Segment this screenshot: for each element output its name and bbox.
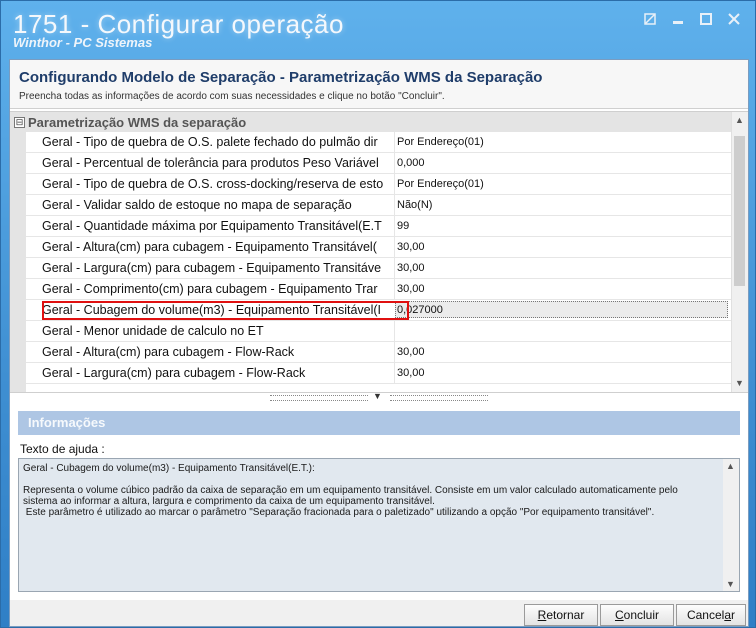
property-row-selected[interactable]: Geral - Cubagem do volume(m3) - Equipame… <box>26 300 732 321</box>
splitter-grip <box>270 395 368 401</box>
property-value[interactable]: Por Endereço(01) <box>397 178 484 190</box>
info-header: Informações <box>18 411 740 435</box>
cancel-button[interactable]: Cancel a r <box>676 604 746 626</box>
help-textbox[interactable]: Geral - Cubagem do volume(m3) - Equipame… <box>18 458 740 592</box>
scroll-up-icon[interactable]: ▲ <box>735 115 744 125</box>
button-bar: Retornar Concluir Cancel a r <box>10 600 748 626</box>
scroll-down-icon[interactable]: ▼ <box>726 579 735 589</box>
property-row[interactable]: Geral - Validar saldo de estoque no mapa… <box>26 195 732 216</box>
restore-icon[interactable] <box>637 9 663 29</box>
wizard-header: Configurando Modelo de Separação - Param… <box>10 60 748 109</box>
scroll-up-icon[interactable]: ▲ <box>726 461 735 471</box>
column-divider <box>394 195 395 216</box>
property-row[interactable]: Geral - Comprimento(cm) para cubagem - E… <box>26 279 732 300</box>
property-name: Geral - Largura(cm) para cubagem - Equip… <box>42 261 382 275</box>
back-button[interactable]: Retornar <box>524 604 598 626</box>
scroll-thumb[interactable] <box>734 136 745 286</box>
help-label: Texto de ajuda : <box>20 442 105 456</box>
help-scrollbar[interactable]: ▲ ▼ <box>723 459 739 591</box>
column-divider <box>394 132 395 153</box>
property-value[interactable]: 30,00 <box>397 241 425 253</box>
property-name: Geral - Comprimento(cm) para cubagem - E… <box>42 282 378 296</box>
property-row[interactable]: Geral - Largura(cm) para cubagem - Equip… <box>26 258 732 279</box>
property-value[interactable]: 30,00 <box>397 346 425 358</box>
property-value[interactable]: 99 <box>397 220 409 232</box>
property-row[interactable]: Geral - Menor unidade de calculo no ET <box>26 321 732 342</box>
property-row[interactable]: Geral - Tipo de quebra de O.S. palete fe… <box>26 132 732 153</box>
property-grid: ⊟ Parametrização WMS da separação Geral … <box>10 111 748 393</box>
column-divider <box>394 321 395 342</box>
property-name: Geral - Quantidade máxima por Equipament… <box>42 219 382 233</box>
scroll-down-icon[interactable]: ▼ <box>735 378 744 388</box>
column-divider <box>394 237 395 258</box>
splitter-grip <box>390 395 488 401</box>
property-row[interactable]: Geral - Tipo de quebra de O.S. cross-doc… <box>26 174 732 195</box>
property-row[interactable]: Geral - Quantidade máxima por Equipament… <box>26 216 732 237</box>
title-bar[interactable]: 1751 - Configurar operação Winthor - PC … <box>1 1 755 51</box>
property-row[interactable]: Geral - Percentual de tolerância para pr… <box>26 153 732 174</box>
page-title: Configurando Modelo de Separação - Param… <box>19 69 543 86</box>
property-name: Geral - Menor unidade de calculo no ET <box>42 324 264 338</box>
category-label: Parametrização WMS da separação <box>28 115 247 130</box>
property-name: Geral - Percentual de tolerância para pr… <box>42 156 379 170</box>
dialog-client: Configurando Modelo de Separação - Param… <box>9 59 749 627</box>
property-row[interactable]: Geral - Altura(cm) para cubagem - Equipa… <box>26 237 732 258</box>
window-subtitle: Winthor - PC Sistemas <box>13 35 153 50</box>
property-name: Geral - Altura(cm) para cubagem - Flow-R… <box>42 345 295 359</box>
property-name: Geral - Largura(cm) para cubagem - Flow-… <box>42 366 306 380</box>
app-window: 1751 - Configurar operação Winthor - PC … <box>0 0 756 628</box>
chevron-down-icon[interactable]: ▼ <box>373 391 382 401</box>
column-divider <box>394 279 395 300</box>
page-instructions: Preencha todas as informações de acordo … <box>19 91 445 102</box>
property-name: Geral - Tipo de quebra de O.S. palete fe… <box>42 135 378 149</box>
property-name: Geral - Tipo de quebra de O.S. cross-doc… <box>42 177 384 191</box>
column-divider <box>394 153 395 174</box>
highlight-box <box>42 301 409 320</box>
grid-margin <box>10 132 26 392</box>
info-panel: Informações Texto de ajuda : Geral - Cub… <box>18 411 740 592</box>
minimize-icon[interactable] <box>665 9 691 29</box>
property-value[interactable]: 30,00 <box>397 262 425 274</box>
property-value[interactable]: 30,00 <box>397 283 425 295</box>
category-row[interactable]: ⊟ Parametrização WMS da separação <box>10 112 732 132</box>
property-value[interactable]: 30,00 <box>397 367 425 379</box>
value-editor[interactable] <box>395 301 728 318</box>
collapse-icon[interactable]: ⊟ <box>14 117 25 128</box>
panel-splitter[interactable]: ▼ <box>10 391 748 402</box>
column-divider <box>394 216 395 237</box>
property-name: Geral - Altura(cm) para cubagem - Equipa… <box>42 240 377 254</box>
close-icon[interactable] <box>721 9 747 29</box>
column-divider <box>394 342 395 363</box>
info-title: Informações <box>28 415 106 430</box>
finish-button[interactable]: Concluir <box>600 604 674 626</box>
property-name: Geral - Validar saldo de estoque no mapa… <box>42 198 352 212</box>
grid-scrollbar[interactable]: ▲ ▼ <box>731 112 748 392</box>
property-value[interactable]: Por Endereço(01) <box>397 136 484 148</box>
property-value[interactable]: 0,000 <box>397 157 425 169</box>
property-row[interactable]: Geral - Largura(cm) para cubagem - Flow-… <box>26 363 732 384</box>
property-value[interactable]: Não(N) <box>397 199 432 211</box>
property-row[interactable]: Geral - Altura(cm) para cubagem - Flow-R… <box>26 342 732 363</box>
help-text: Geral - Cubagem do volume(m3) - Equipame… <box>23 463 678 518</box>
window-controls <box>637 9 747 29</box>
column-divider <box>394 174 395 195</box>
column-divider <box>394 363 395 384</box>
maximize-icon[interactable] <box>693 9 719 29</box>
column-divider <box>394 258 395 279</box>
